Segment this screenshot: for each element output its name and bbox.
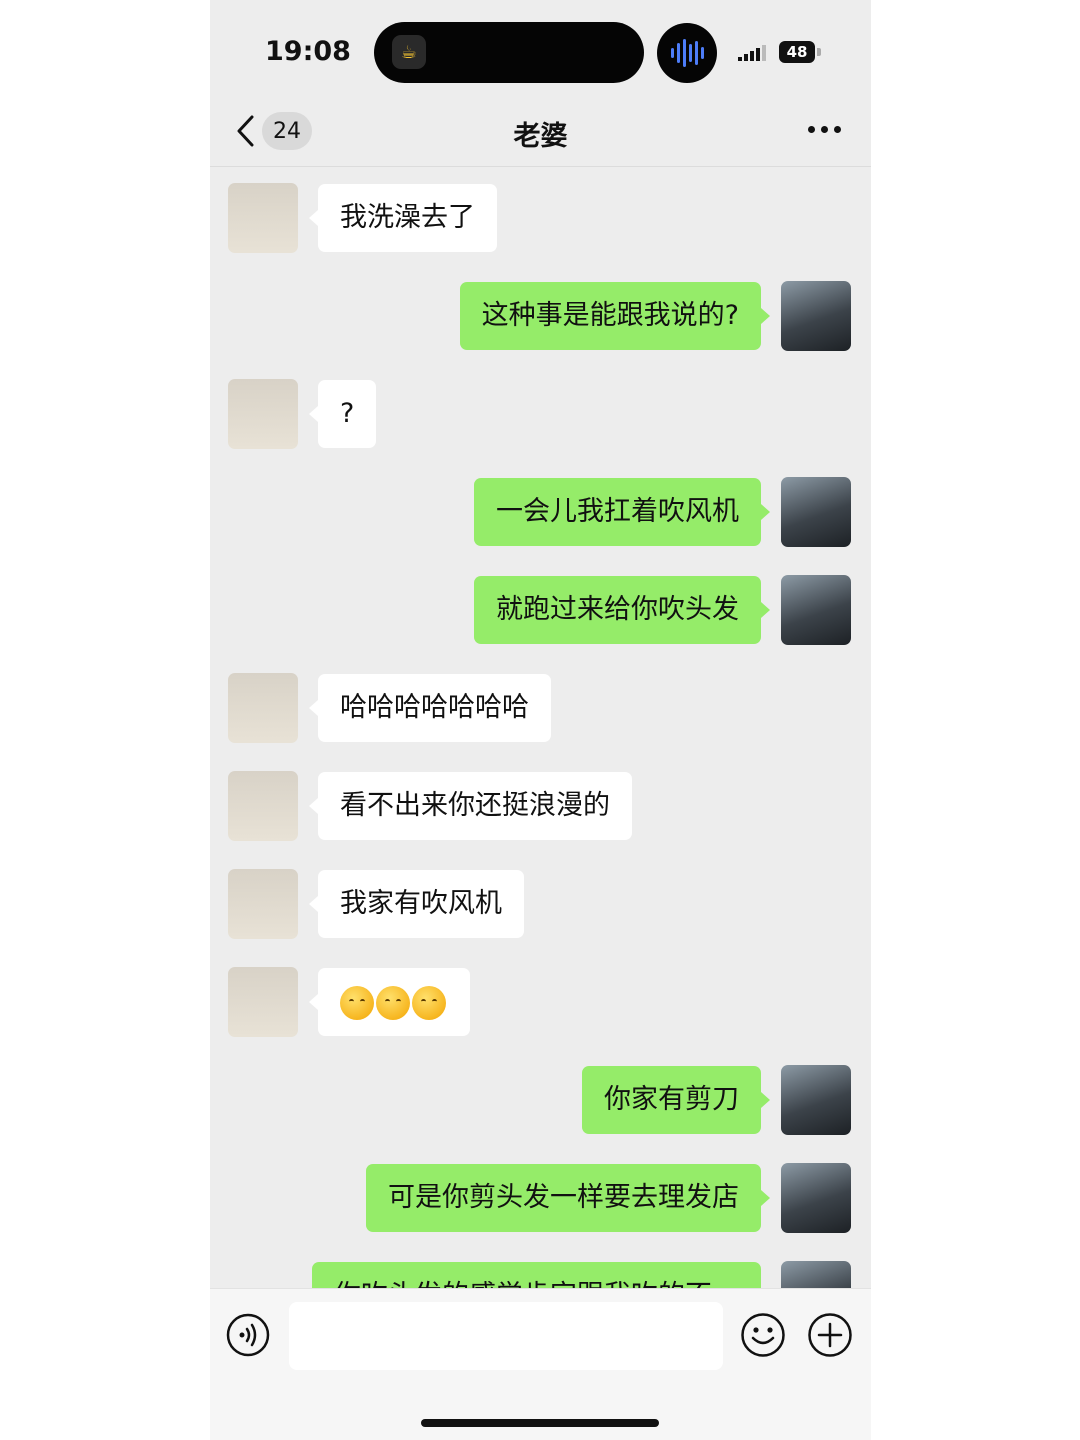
more-dots-icon[interactable] bbox=[808, 126, 842, 136]
my-avatar[interactable] bbox=[781, 477, 851, 547]
contact-avatar[interactable] bbox=[228, 771, 298, 841]
outgoing-message[interactable]: 可是你剪头发一样要去理发店 bbox=[366, 1164, 770, 1232]
home-indicator[interactable] bbox=[421, 1419, 659, 1427]
battery-tip bbox=[817, 48, 821, 56]
incoming-message[interactable]: 哈哈哈哈哈哈哈 bbox=[309, 674, 551, 742]
emoji-smile-icon[interactable] bbox=[740, 1312, 786, 1358]
dynamic-island: ☕ bbox=[374, 22, 644, 83]
audio-wave-icon bbox=[657, 23, 717, 83]
message-input[interactable] bbox=[289, 1302, 723, 1370]
outgoing-message[interactable]: 你家有剪刀 bbox=[582, 1066, 770, 1134]
contact-avatar[interactable] bbox=[228, 673, 298, 743]
outgoing-message[interactable]: 就跑过来给你吹头发 bbox=[474, 576, 770, 644]
outgoing-message[interactable]: 一会儿我扛着吹风机 bbox=[474, 478, 770, 546]
blush-emoji-icon bbox=[376, 985, 410, 1020]
message-list[interactable]: 我洗澡去了 这种事是能跟我说的? ? 一会儿我扛着吹风机 就跑过来给你吹头发 哈… bbox=[210, 166, 871, 1288]
chat-input-bar bbox=[210, 1288, 871, 1440]
contact-avatar[interactable] bbox=[228, 379, 298, 449]
cellular-signal-icon bbox=[738, 45, 766, 61]
my-avatar[interactable] bbox=[781, 575, 851, 645]
chat-screen: 19:08 ☕ 48 24 老婆 我洗澡去了 这种事是能跟我说的? ? 一会儿我… bbox=[210, 0, 871, 1440]
incoming-message[interactable]: 看不出来你还挺浪漫的 bbox=[309, 772, 632, 840]
incoming-message[interactable]: 我家有吹风机 bbox=[309, 870, 524, 938]
my-avatar[interactable] bbox=[781, 281, 851, 351]
chat-header: 24 老婆 bbox=[210, 96, 871, 167]
contact-avatar[interactable] bbox=[228, 869, 298, 939]
outgoing-message[interactable]: 这种事是能跟我说的? bbox=[459, 282, 771, 350]
plus-circle-icon[interactable] bbox=[807, 1312, 853, 1358]
incoming-message[interactable]: 我洗澡去了 bbox=[309, 184, 497, 252]
my-avatar[interactable] bbox=[781, 1065, 851, 1135]
contact-avatar[interactable] bbox=[228, 967, 298, 1037]
blush-emoji-icon bbox=[412, 985, 446, 1020]
blush-emoji-icon bbox=[340, 985, 374, 1020]
my-avatar[interactable] bbox=[781, 1261, 851, 1288]
voice-input-icon[interactable] bbox=[226, 1313, 270, 1357]
incoming-message[interactable]: ? bbox=[308, 380, 377, 448]
battery-indicator: 48 bbox=[779, 41, 815, 63]
outgoing-message[interactable]: 你吹头发的感觉肯定跟我吹的不一 bbox=[312, 1262, 761, 1288]
drink-app-icon: ☕ bbox=[392, 35, 426, 69]
incoming-emoji-message[interactable] bbox=[309, 968, 470, 1036]
my-avatar[interactable] bbox=[781, 1163, 851, 1233]
chat-title: 老婆 bbox=[513, 121, 568, 152]
status-time: 19:08 bbox=[265, 36, 351, 67]
contact-avatar[interactable] bbox=[228, 183, 298, 253]
